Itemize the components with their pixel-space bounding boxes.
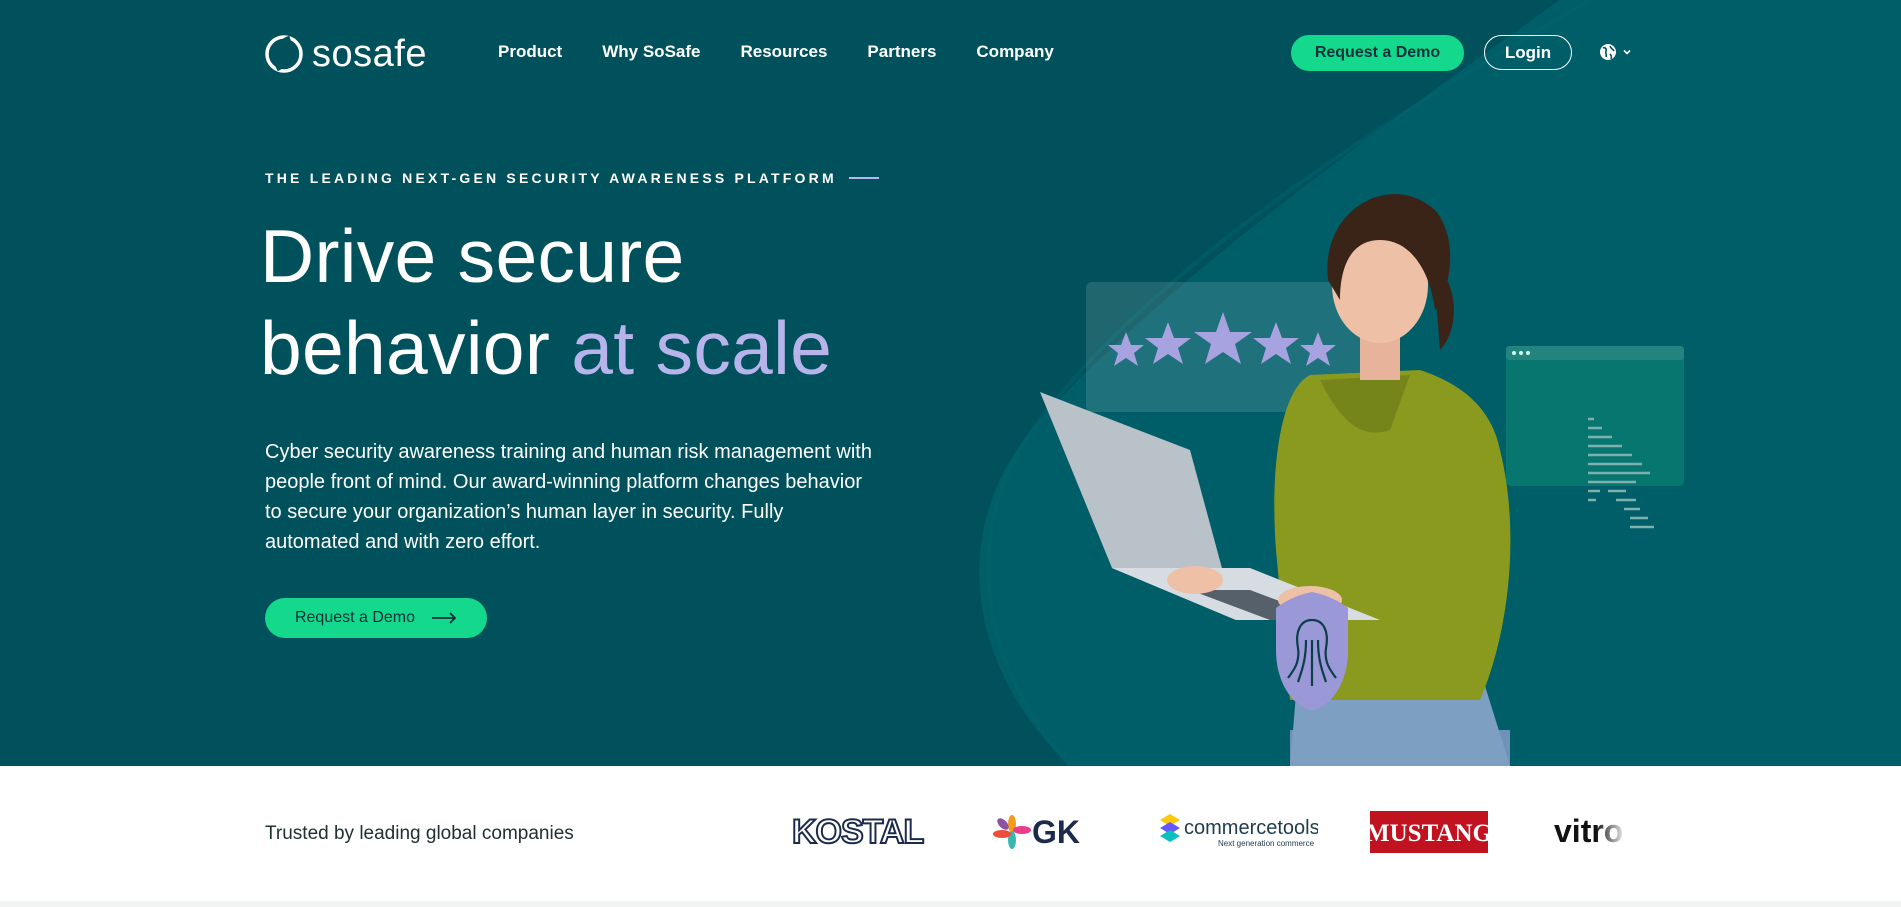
sosafe-logo-text: sosafe (312, 33, 427, 75)
nav-partners[interactable]: Partners (867, 40, 936, 64)
hero-cta-label: Request a Demo (294, 609, 416, 626)
nav-product[interactable]: Product (498, 40, 562, 64)
code-window-card (1506, 346, 1684, 529)
hero-section: sosafe Product Why SoSafe Resources Part… (0, 0, 1901, 766)
commercetools-mark-icon (1160, 814, 1180, 842)
top-navigation: sosafe Product Why SoSafe Resources Part… (0, 0, 1901, 106)
nav-company[interactable]: Company (976, 40, 1053, 64)
hero-description: Cyber security awareness training and hu… (265, 441, 872, 553)
sosafe-logo-icon (265, 35, 303, 73)
arrow-right-icon (432, 612, 457, 624)
mustang-logo: MUSTANG (1370, 811, 1488, 853)
headline-line-1: Drive secure (260, 214, 685, 298)
login-button[interactable]: Login (1484, 35, 1572, 70)
gk-logo-text: GK (1032, 814, 1080, 850)
hero-illustration (1040, 194, 1684, 766)
commercetools-logo: commercetools Next generation commerce (1160, 814, 1318, 848)
kostal-logo-text: KOSTAL (792, 813, 923, 851)
hero-eyebrow-text: THE LEADING NEXT-GEN SECURITY AWARENESS … (265, 170, 837, 186)
vitro-logo-text: vitro (1554, 813, 1623, 849)
request-demo-button[interactable]: Request a Demo (1291, 35, 1464, 71)
globe-icon (1600, 44, 1616, 60)
headline-line-2: behavior (260, 306, 572, 390)
commercetools-tagline: Next generation commerce (1218, 839, 1315, 848)
vitro-logo: vitro (1554, 813, 1623, 849)
commercetools-logo-text: commercetools (1184, 817, 1318, 839)
chevron-down-icon (1623, 49, 1631, 55)
nav-why-sosafe[interactable]: Why SoSafe (602, 40, 700, 64)
hero-headline: Drive secure behavior at scale (260, 210, 832, 394)
main-menu: Product Why SoSafe Resources Partners Co… (498, 40, 1054, 64)
hero-eyebrow: THE LEADING NEXT-GEN SECURITY AWARENESS … (265, 170, 879, 186)
nav-resources[interactable]: Resources (740, 40, 827, 64)
customer-logos: KOSTAL GK commercetools Next generation … (790, 810, 1634, 854)
hero-request-demo-button[interactable]: Request a Demo (265, 598, 487, 638)
language-selector[interactable] (1598, 42, 1632, 62)
sosafe-logo[interactable]: sosafe (264, 34, 427, 74)
woman-with-laptop-photo (1040, 194, 1511, 766)
gk-flower-icon (993, 815, 1031, 849)
mustang-logo-text: MUSTANG (1370, 820, 1488, 847)
eyebrow-divider (848, 177, 879, 179)
headline-accent: at scale (571, 306, 833, 390)
trusted-text: Trusted by leading global companies (265, 823, 574, 844)
gk-logo: GK (993, 814, 1080, 850)
kostal-logo: KOSTAL (791, 812, 925, 852)
